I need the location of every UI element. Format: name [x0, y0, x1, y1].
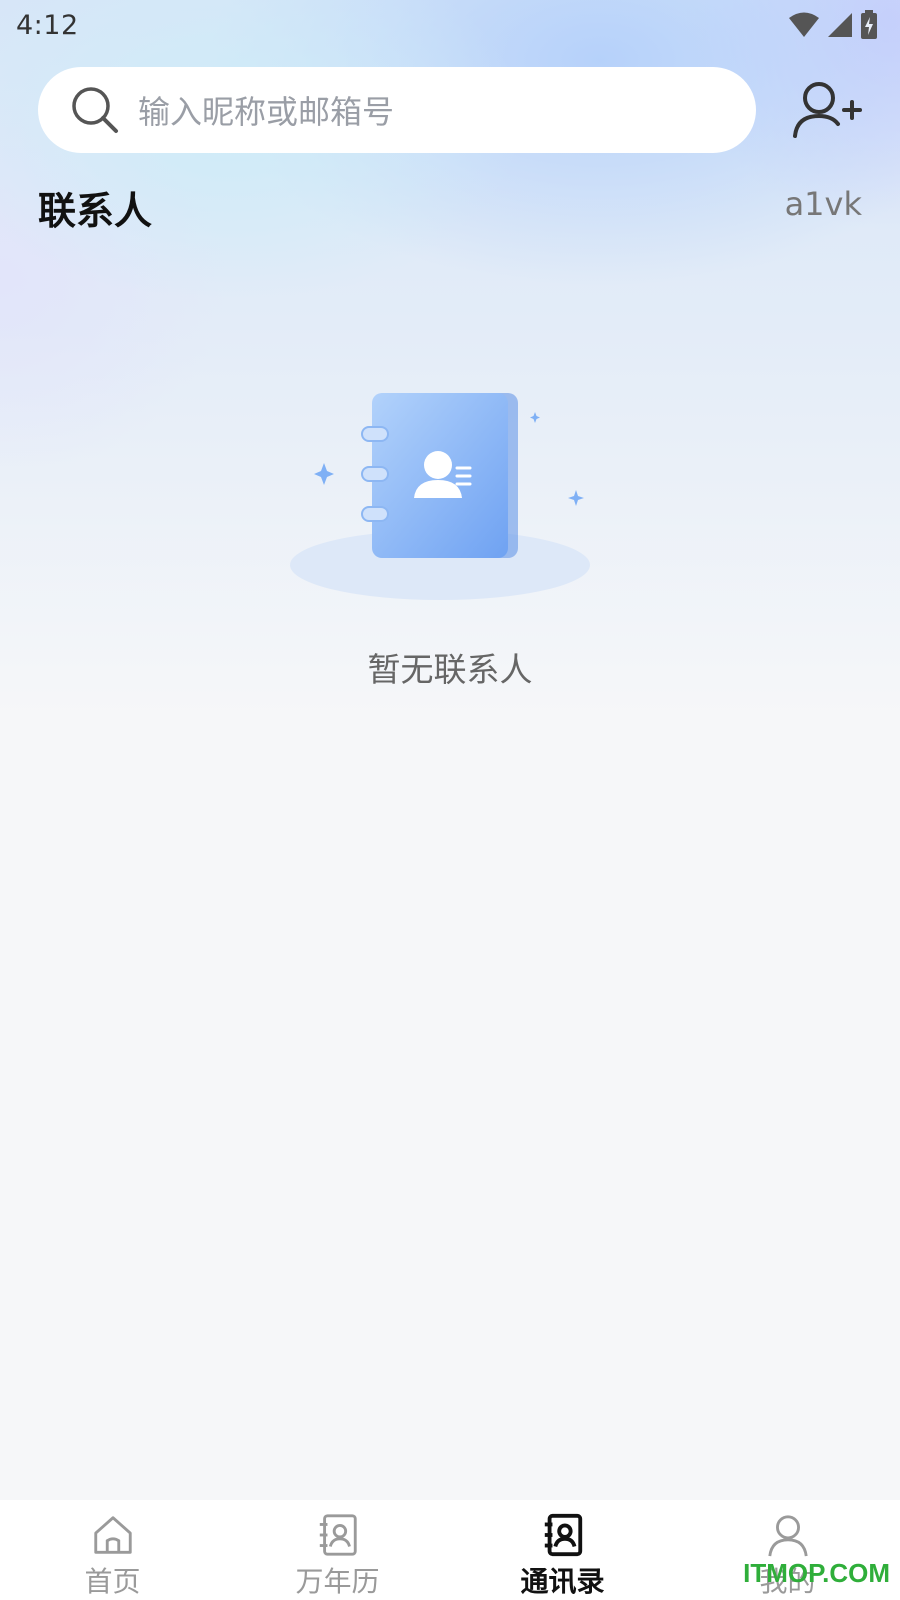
search-placeholder: 输入昵称或邮箱号: [138, 93, 395, 131]
status-icons: [788, 10, 884, 40]
battery-icon: [861, 10, 877, 39]
calendar-book-icon: [319, 1514, 357, 1556]
status-bar: 4:12: [0, 0, 900, 50]
nav-item-contacts[interactable]: 通讯录: [450, 1500, 675, 1600]
wifi-icon: [789, 12, 819, 37]
nav-label-home: 首页: [84, 1565, 141, 1598]
contacts-title: 联系人: [38, 189, 153, 233]
user-code: a1vk: [784, 185, 862, 223]
empty-state-text: 暂无联系人: [367, 650, 533, 689]
empty-contacts-illustration: [290, 393, 590, 600]
nav-label-contacts: 通讯录: [520, 1565, 605, 1598]
add-contact-button[interactable]: [792, 80, 862, 140]
contacts-icon: [544, 1513, 582, 1557]
watermark-text: ITMOP.COM: [743, 1558, 890, 1588]
search-icon: [72, 87, 118, 133]
status-time: 4:12: [16, 9, 79, 41]
nav-item-calendar[interactable]: 万年历: [225, 1500, 450, 1600]
nav-label-calendar: 万年历: [295, 1565, 380, 1598]
user-icon: [767, 1515, 808, 1557]
home-icon: [93, 1516, 132, 1554]
search-input[interactable]: 输入昵称或邮箱号: [38, 67, 756, 153]
nav-item-home[interactable]: 首页: [0, 1500, 225, 1600]
signal-icon: [828, 13, 852, 37]
